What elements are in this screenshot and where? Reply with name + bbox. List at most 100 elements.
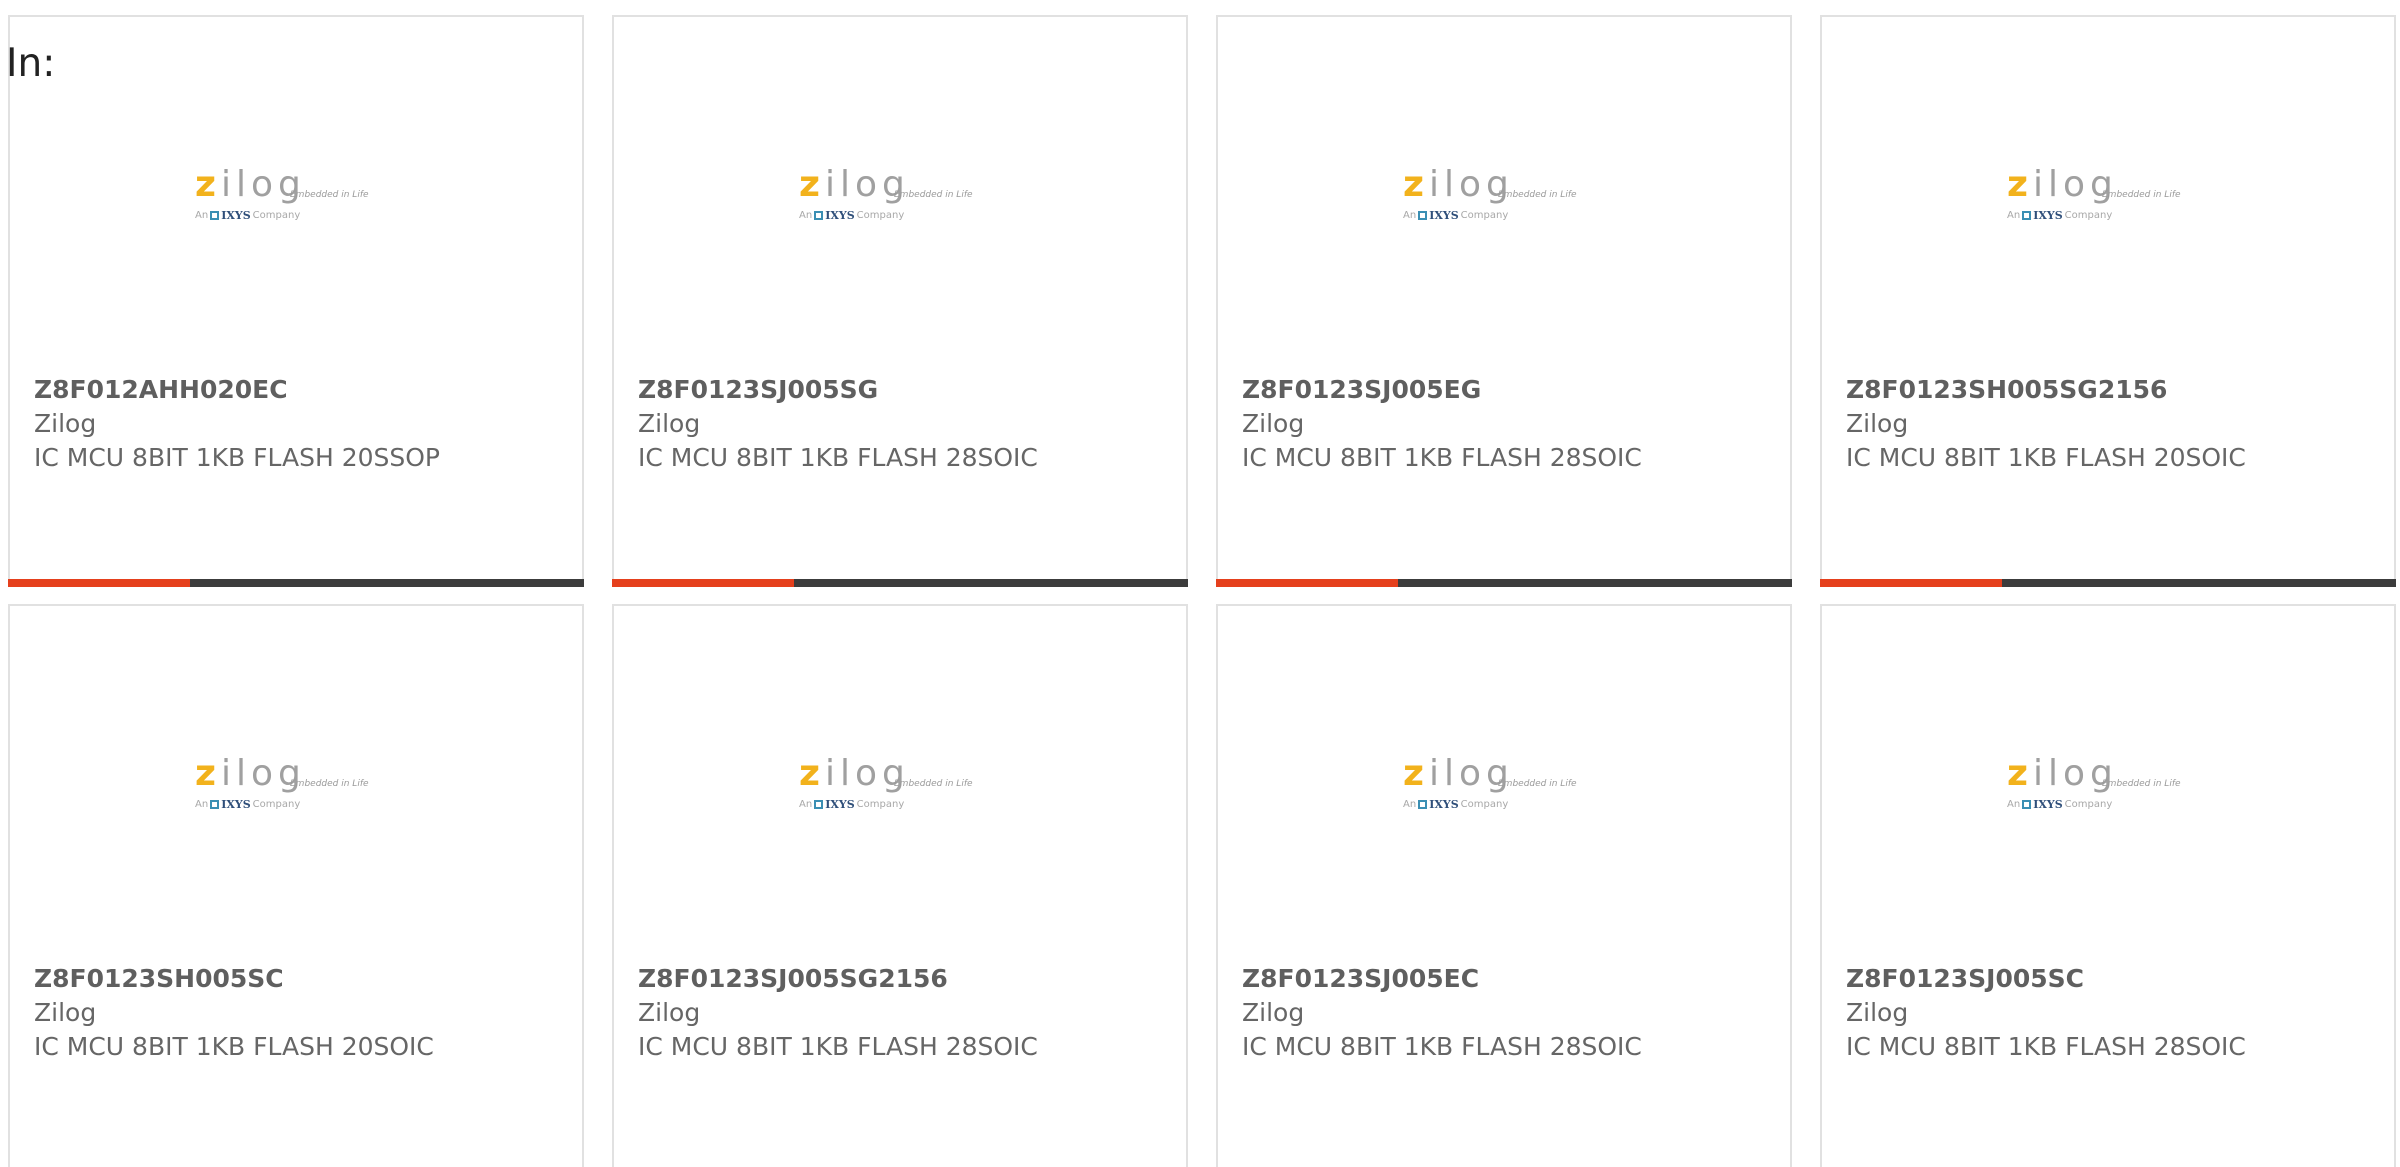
logo-sub-prefix: An bbox=[799, 210, 813, 221]
logo-subline: An IXYS Company bbox=[1403, 209, 1508, 222]
logo-tagline: Embedded in Life bbox=[1498, 190, 1577, 200]
logo-tagline: Embedded in Life bbox=[2102, 779, 2181, 789]
logo-sub-brand: IXYS bbox=[1429, 209, 1459, 222]
product-manufacturer: Zilog bbox=[1242, 409, 1305, 438]
logo-sub-brand: IXYS bbox=[221, 209, 251, 222]
ixys-mark-icon bbox=[2022, 800, 2032, 809]
logo-sub-suffix: Company bbox=[856, 799, 905, 810]
zilog-logo-image[interactable]: zilog Embedded in Life An IXYS Company bbox=[1403, 167, 1623, 237]
logo-subline: An IXYS Company bbox=[195, 798, 300, 811]
logo-z-letter: z bbox=[2007, 753, 2033, 794]
logo-tagline: Embedded in Life bbox=[894, 779, 973, 789]
product-part-number[interactable]: Z8F0123SJ005EG bbox=[1242, 375, 1481, 404]
zilog-logo-image[interactable]: zilog Embedded in Life An IXYS Company bbox=[2007, 167, 2227, 237]
logo-tagline: Embedded in Life bbox=[290, 190, 369, 200]
ixys-mark-icon bbox=[814, 800, 824, 809]
product-part-number[interactable]: Z8F012AHH020EC bbox=[34, 375, 288, 404]
logo-tagline: Embedded in Life bbox=[290, 779, 369, 789]
product-manufacturer: Zilog bbox=[1242, 998, 1305, 1027]
product-card[interactable]: zilog Embedded in Life An IXYS Company Z8F012… bbox=[1820, 15, 2396, 587]
logo-z-letter: z bbox=[1403, 753, 1429, 794]
logo-sub-prefix: An bbox=[1403, 210, 1417, 221]
ixys-mark-icon bbox=[814, 211, 824, 220]
card-bottom-bar bbox=[8, 579, 584, 587]
logo-subline: An IXYS Company bbox=[2007, 209, 2112, 222]
logo-sub-suffix: Company bbox=[1460, 799, 1509, 810]
product-description: IC MCU 8BIT 1KB FLASH 28SOIC bbox=[1242, 443, 1642, 472]
product-manufacturer: Zilog bbox=[1846, 998, 1909, 1027]
ixys-mark-icon bbox=[1418, 211, 1428, 220]
ixys-mark-icon bbox=[2022, 211, 2032, 220]
logo-sub-suffix: Company bbox=[252, 210, 301, 221]
product-manufacturer: Zilog bbox=[34, 998, 97, 1027]
zilog-logo-image[interactable]: zilog Embedded in Life An IXYS Company bbox=[195, 756, 415, 826]
logo-subline: An IXYS Company bbox=[1403, 798, 1508, 811]
logo-tagline: Embedded in Life bbox=[1498, 779, 1577, 789]
product-part-number[interactable]: Z8F0123SJ005SC bbox=[1846, 964, 2084, 993]
logo-subline: An IXYS Company bbox=[195, 209, 300, 222]
logo-sub-prefix: An bbox=[195, 210, 209, 221]
logo-sub-prefix: An bbox=[2007, 210, 2021, 221]
logo-tagline: Embedded in Life bbox=[894, 190, 973, 200]
logo-subline: An IXYS Company bbox=[799, 209, 904, 222]
product-card[interactable]: zilog Embedded in Life An IXYS Company Z8F012… bbox=[8, 604, 584, 1167]
ixys-mark-icon bbox=[210, 800, 220, 809]
logo-sub-brand: IXYS bbox=[2033, 209, 2063, 222]
logo-subline: An IXYS Company bbox=[799, 798, 904, 811]
ixys-mark-icon bbox=[1418, 800, 1428, 809]
logo-sub-suffix: Company bbox=[2064, 799, 2113, 810]
logo-tagline: Embedded in Life bbox=[2102, 190, 2181, 200]
card-accent-strip bbox=[8, 579, 190, 587]
product-grid: zilog Embedded in Life An IXYS Company Z8F012… bbox=[0, 0, 2400, 1167]
logo-sub-brand: IXYS bbox=[825, 209, 855, 222]
product-description: IC MCU 8BIT 1KB FLASH 28SOIC bbox=[638, 443, 1038, 472]
product-description: IC MCU 8BIT 1KB FLASH 20SOIC bbox=[34, 1032, 434, 1061]
logo-subline: An IXYS Company bbox=[2007, 798, 2112, 811]
product-card[interactable]: zilog Embedded in Life An IXYS Company Z8F012… bbox=[1820, 604, 2396, 1167]
logo-sub-brand: IXYS bbox=[2033, 798, 2063, 811]
zilog-logo-image[interactable]: zilog Embedded in Life An IXYS Company bbox=[1403, 756, 1623, 826]
product-part-number[interactable]: Z8F0123SH005SG2156 bbox=[1846, 375, 2167, 404]
product-card[interactable]: zilog Embedded in Life An IXYS Company Z8F012… bbox=[1216, 604, 1792, 1167]
product-part-number[interactable]: Z8F0123SJ005EC bbox=[1242, 964, 1479, 993]
product-card[interactable]: zilog Embedded in Life An IXYS Company Z8F012… bbox=[612, 15, 1188, 587]
logo-z-letter: z bbox=[2007, 164, 2033, 205]
product-description: IC MCU 8BIT 1KB FLASH 20SSOP bbox=[34, 443, 440, 472]
logo-sub-suffix: Company bbox=[252, 799, 301, 810]
product-manufacturer: Zilog bbox=[638, 998, 701, 1027]
product-description: IC MCU 8BIT 1KB FLASH 20SOIC bbox=[1846, 443, 2246, 472]
zilog-logo-image[interactable]: zilog Embedded in Life An IXYS Company bbox=[799, 167, 1019, 237]
product-description: IC MCU 8BIT 1KB FLASH 28SOIC bbox=[638, 1032, 1038, 1061]
logo-sub-suffix: Company bbox=[2064, 210, 2113, 221]
logo-sub-brand: IXYS bbox=[1429, 798, 1459, 811]
product-description: IC MCU 8BIT 1KB FLASH 28SOIC bbox=[1846, 1032, 2246, 1061]
filter-label: In: bbox=[6, 41, 56, 86]
logo-sub-brand: IXYS bbox=[221, 798, 251, 811]
card-accent-strip bbox=[1216, 579, 1398, 587]
logo-sub-prefix: An bbox=[2007, 799, 2021, 810]
logo-z-letter: z bbox=[799, 164, 825, 205]
ixys-mark-icon bbox=[210, 211, 220, 220]
card-bottom-bar bbox=[612, 579, 1188, 587]
logo-sub-suffix: Company bbox=[856, 210, 905, 221]
card-accent-strip bbox=[612, 579, 794, 587]
product-part-number[interactable]: Z8F0123SJ005SG bbox=[638, 375, 878, 404]
product-card[interactable]: zilog Embedded in Life An IXYS Company Z8F012… bbox=[8, 15, 584, 587]
product-manufacturer: Zilog bbox=[638, 409, 701, 438]
logo-sub-suffix: Company bbox=[1460, 210, 1509, 221]
product-part-number[interactable]: Z8F0123SH005SC bbox=[34, 964, 284, 993]
logo-sub-brand: IXYS bbox=[825, 798, 855, 811]
logo-z-letter: z bbox=[195, 753, 221, 794]
zilog-logo-image[interactable]: zilog Embedded in Life An IXYS Company bbox=[195, 167, 415, 237]
product-manufacturer: Zilog bbox=[1846, 409, 1909, 438]
product-description: IC MCU 8BIT 1KB FLASH 28SOIC bbox=[1242, 1032, 1642, 1061]
card-bottom-bar bbox=[1820, 579, 2396, 587]
product-card[interactable]: zilog Embedded in Life An IXYS Company Z8F012… bbox=[1216, 15, 1792, 587]
product-part-number[interactable]: Z8F0123SJ005SG2156 bbox=[638, 964, 948, 993]
logo-z-letter: z bbox=[799, 753, 825, 794]
zilog-logo-image[interactable]: zilog Embedded in Life An IXYS Company bbox=[2007, 756, 2227, 826]
zilog-logo-image[interactable]: zilog Embedded in Life An IXYS Company bbox=[799, 756, 1019, 826]
product-card[interactable]: zilog Embedded in Life An IXYS Company Z8F012… bbox=[612, 604, 1188, 1167]
product-grid-page: In: zilog Embedded in Life An IXYS Company Z8… bbox=[0, 0, 2400, 1167]
card-bottom-bar bbox=[1216, 579, 1792, 587]
